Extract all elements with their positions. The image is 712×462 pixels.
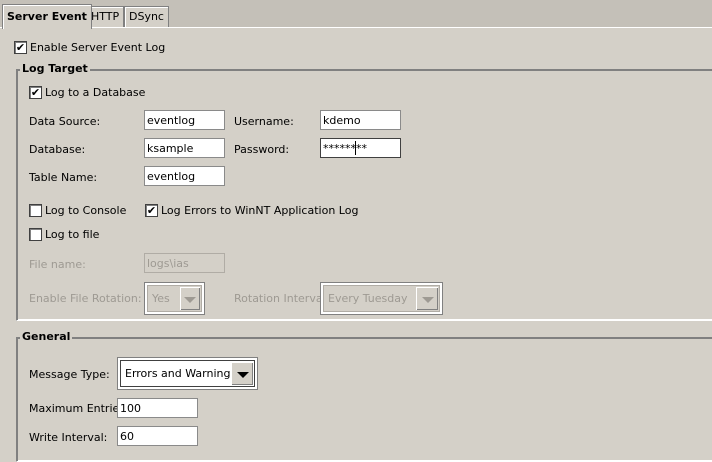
data-source-field[interactable]: eventlog bbox=[144, 110, 225, 130]
max-entries-label: Maximum Entries: bbox=[29, 402, 129, 415]
file-name-label: File name: bbox=[29, 258, 86, 271]
checkmark-icon: ✔ bbox=[30, 86, 41, 99]
username-field[interactable]: kdemo bbox=[320, 110, 401, 130]
message-type-label: Message Type: bbox=[29, 368, 110, 381]
log-target-title: Log Target bbox=[20, 62, 90, 75]
rotation-interval-value: Every Tuesday bbox=[328, 292, 408, 305]
tab-label: Server Event bbox=[7, 10, 87, 23]
log-to-console-label: Log to Console bbox=[45, 204, 127, 217]
enable-event-log-checkbox[interactable]: ✔ bbox=[14, 41, 27, 54]
file-name-field[interactable]: logs\ias bbox=[144, 253, 225, 273]
password-field[interactable]: ******** bbox=[320, 138, 401, 158]
tab-label: HTTP bbox=[91, 10, 120, 23]
write-interval-label: Write Interval: bbox=[29, 431, 108, 444]
file-rotation-label: Enable File Rotation: bbox=[29, 292, 142, 305]
dropdown-arrow-button[interactable] bbox=[180, 287, 200, 310]
text-caret bbox=[355, 141, 356, 155]
table-name-field[interactable]: eventlog bbox=[144, 166, 225, 186]
rotation-interval-select[interactable]: Every Tuesday bbox=[323, 285, 440, 312]
password-label: Password: bbox=[234, 143, 290, 156]
database-field[interactable]: ksample bbox=[144, 138, 225, 158]
log-to-database-checkbox[interactable]: ✔ bbox=[29, 86, 42, 99]
enable-event-log-label: Enable Server Event Log bbox=[30, 41, 166, 54]
tab-server-event[interactable]: Server Event bbox=[2, 4, 92, 29]
table-name-label: Table Name: bbox=[29, 171, 98, 184]
rotation-interval-label: Rotation Interval: bbox=[234, 292, 330, 305]
tab-underline bbox=[0, 27, 712, 28]
file-rotation-value: Yes bbox=[152, 292, 170, 305]
tab-dsync[interactable]: DSync bbox=[124, 6, 169, 27]
data-source-label: Data Source: bbox=[29, 115, 101, 128]
write-interval-field[interactable]: 60 bbox=[117, 426, 198, 446]
log-winnt-label: Log Errors to WinNT Application Log bbox=[161, 204, 359, 217]
log-to-file-checkbox[interactable] bbox=[29, 228, 42, 241]
chevron-down-icon bbox=[422, 297, 434, 303]
database-label: Database: bbox=[29, 143, 86, 156]
file-rotation-select[interactable]: Yes bbox=[147, 285, 202, 312]
dropdown-arrow-button[interactable] bbox=[416, 287, 438, 310]
max-entries-field[interactable]: 100 bbox=[117, 398, 198, 418]
general-title: General bbox=[20, 330, 73, 343]
log-winnt-checkbox[interactable]: ✔ bbox=[145, 204, 158, 217]
log-to-file-label: Log to file bbox=[45, 228, 100, 241]
log-to-console-checkbox[interactable] bbox=[29, 204, 42, 217]
chevron-down-icon bbox=[184, 297, 196, 303]
message-type-select[interactable]: Errors and Warnings bbox=[120, 360, 255, 387]
message-type-value: Errors and Warnings bbox=[125, 367, 237, 380]
tab-label: DSync bbox=[129, 10, 164, 23]
checkmark-icon: ✔ bbox=[15, 41, 26, 54]
log-to-database-label: Log to a Database bbox=[45, 86, 146, 99]
chevron-down-icon bbox=[237, 372, 249, 378]
username-label: Username: bbox=[234, 115, 294, 128]
dropdown-arrow-button[interactable] bbox=[231, 362, 253, 385]
checkmark-icon: ✔ bbox=[146, 204, 157, 217]
